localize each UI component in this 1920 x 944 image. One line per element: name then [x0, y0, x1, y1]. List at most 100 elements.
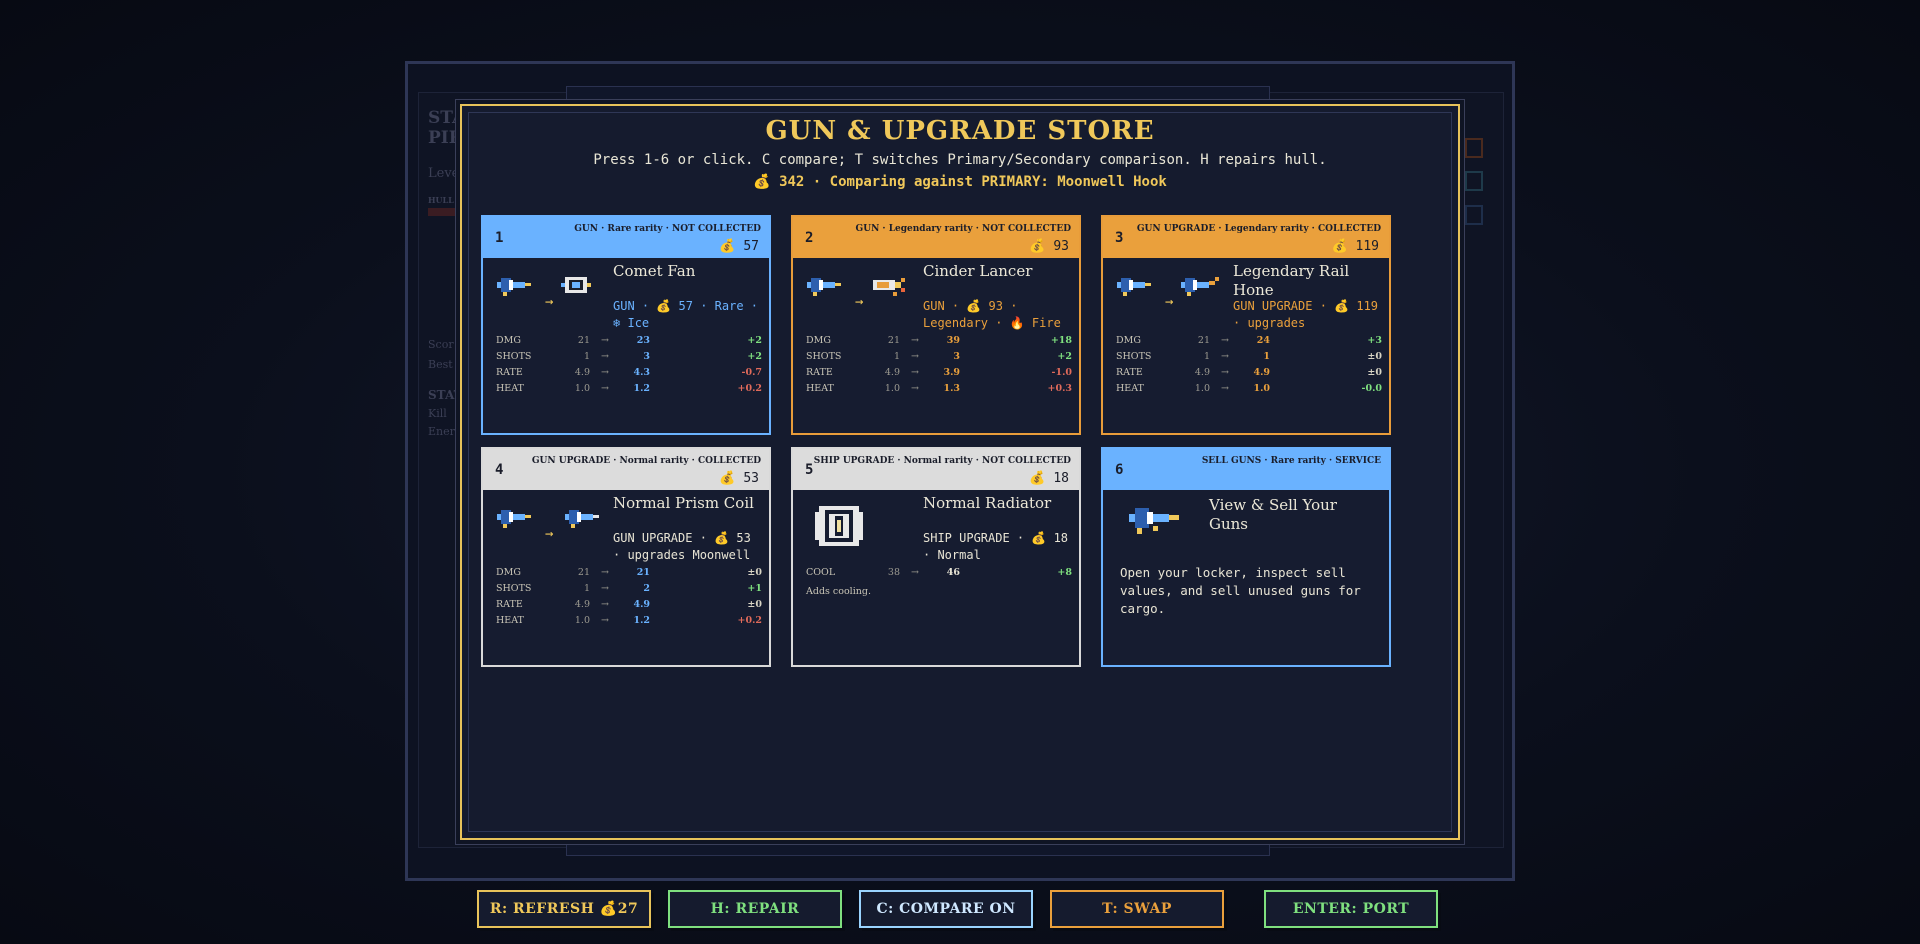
stat-row: DMG 21 → 24 +3 [1116, 335, 1382, 346]
card-description: Open your locker, inspect sell values, a… [1120, 565, 1361, 616]
current-gun-icon [497, 510, 531, 528]
card-header: 3 GUN UPGRADE · Legendary rarity · COLLE… [1103, 217, 1389, 258]
money-amount: 342 [779, 174, 805, 190]
compare-target: · Comparing against PRIMARY: Moonwell Ho… [812, 174, 1167, 190]
money-bag-icon: 💰 [656, 299, 672, 313]
card-item-name: Normal Prism Coil [613, 494, 754, 512]
weapon-compare-icons [805, 268, 915, 318]
card-meta: GUN · Legendary rarity · NOT COLLECTED [855, 224, 1071, 234]
card-meta: GUN · Rare rarity · NOT COLLECTED [574, 224, 761, 234]
upgraded-gun-icon [565, 510, 599, 528]
background-energy: Ener [428, 425, 455, 438]
compare-arrow-icon: → [855, 294, 864, 310]
stat-row: SHOTS 1 → 3 +2 [806, 351, 1072, 362]
background-slot-3 [1465, 205, 1483, 225]
compare-arrow-icon: → [1165, 294, 1174, 310]
card-meta: SELL GUNS · Rare rarity · SERVICE [1201, 456, 1381, 466]
background-score: Scor [428, 338, 454, 351]
port-button[interactable]: ENTER: PORT [1264, 890, 1438, 928]
card-item-name: Cinder Lancer [923, 262, 1033, 280]
swap-comparison-button[interactable]: T: SWAP [1050, 890, 1224, 928]
store-card-6-sell-guns[interactable]: 6 SELL GUNS · Rare rarity · SERVICE View… [1101, 447, 1391, 667]
stat-table: DMG 21 → 21 ±0 SHOTS 1 → 2 +1 RATE 4.9 → 4.9 ±0 HEAT… [496, 565, 762, 629]
card-meta: GUN UPGRADE · Legendary rarity · COLLECT… [1136, 224, 1381, 234]
refresh-button[interactable]: R: REFRESH 💰27 [477, 890, 651, 928]
card-number: 3 [1115, 230, 1124, 246]
card-header: 1 GUN · Rare rarity · NOT COLLECTED 💰 57 [483, 217, 769, 258]
card-number: 4 [495, 462, 504, 478]
card-meta: SHIP UPGRADE · Normal rarity · NOT COLLE… [813, 456, 1071, 466]
store-card-1[interactable]: 1 GUN · Rare rarity · NOT COLLECTED 💰 57 [481, 215, 771, 435]
money-bag-icon: 💰 [719, 471, 736, 486]
card-item-name: Comet Fan [613, 262, 696, 280]
money-bag-icon: 💰 [753, 174, 771, 190]
repair-button[interactable]: H: REPAIR [668, 890, 842, 928]
money-bag-icon: 💰 [1029, 239, 1046, 254]
background-level: Leve [428, 166, 460, 181]
background-hull: HULL [428, 195, 454, 205]
store-title: GUN & UPGRADE STORE [765, 116, 1155, 146]
store-instructions: Press 1-6 or click. C compare; T switche… [593, 152, 1327, 168]
store-card-5[interactable]: 5 SHIP UPGRADE · Normal rarity · NOT COL… [791, 447, 1081, 667]
stat-row: HEAT 1.0 → 1.0 -0.0 [1116, 383, 1382, 394]
current-gun-icon [807, 278, 841, 296]
card-description: GUN · 💰 57 · Rare · ❄ Ice [613, 299, 759, 330]
background-slot-2 [1465, 171, 1483, 191]
card-description: GUN UPGRADE · 💰 119 · upgrades [1233, 299, 1379, 330]
stat-row: DMG 21 → 39 +18 [806, 335, 1072, 346]
current-gun-icon [1117, 278, 1151, 296]
stat-table: COOL 38 → 46 +8 [806, 565, 1072, 581]
stat-row: SHOTS 1 → 1 ±0 [1116, 351, 1382, 362]
weapon-compare-icons [495, 268, 605, 318]
compare-arrow-icon: → [545, 526, 554, 542]
card-price: 💰 18 [1029, 471, 1069, 486]
stat-row: DMG 21 → 21 ±0 [496, 567, 762, 578]
stat-row: DMG 21 → 23 +2 [496, 335, 762, 346]
card-price: 💰 119 [1331, 239, 1380, 254]
money-bag-icon: 💰 [1331, 239, 1348, 254]
store-card-3[interactable]: 3 GUN UPGRADE · Legendary rarity · COLLE… [1101, 215, 1391, 435]
radiator-icon [805, 500, 915, 550]
background-stats: STAT [428, 388, 463, 402]
stat-table: DMG 21 → 39 +18 SHOTS 1 → 3 +2 RATE 4.9 → 3.9 -1.0 H… [806, 333, 1072, 397]
stat-row: SHOTS 1 → 2 +1 [496, 583, 762, 594]
card-number: 5 [805, 462, 814, 478]
card-number: 6 [1115, 462, 1124, 478]
weapon-compare-icons [495, 500, 605, 550]
ice-icon: ❄ [613, 316, 621, 330]
money-bag-icon: 💰 [719, 239, 736, 254]
card-description: GUN UPGRADE · 💰 53 · upgrades Moonwell [613, 531, 751, 562]
stat-row: SHOTS 1 → 3 +2 [496, 351, 762, 362]
compare-toggle-button[interactable]: C: COMPARE ON [859, 890, 1033, 928]
store-card-4[interactable]: 4 GUN UPGRADE · Normal rarity · COLLECTE… [481, 447, 771, 667]
card-header: 2 GUN · Legendary rarity · NOT COLLECTED… [793, 217, 1079, 258]
money-bag-icon: 💰 [1334, 299, 1350, 313]
new-gun-icon [873, 278, 905, 296]
money-bag-icon: 💰 [1029, 471, 1046, 486]
card-price: 💰 93 [1029, 239, 1069, 254]
current-gun-icon [497, 278, 531, 296]
card-meta: GUN UPGRADE · Normal rarity · COLLECTED [531, 456, 761, 466]
card-item-name: Normal Radiator [923, 494, 1052, 512]
card-header: 4 GUN UPGRADE · Normal rarity · COLLECTE… [483, 449, 769, 490]
background-kills: Kill [428, 407, 447, 420]
card-header: 5 SHIP UPGRADE · Normal rarity · NOT COL… [793, 449, 1079, 490]
money-bag-icon: 💰 [966, 299, 982, 313]
stat-row: RATE 4.9 → 4.9 ±0 [1116, 367, 1382, 378]
card-description: SHIP UPGRADE · 💰 18 · Normal [923, 531, 1069, 562]
background-slot-1 [1465, 138, 1483, 158]
store-modal: GUN & UPGRADE STORE Press 1-6 or click. … [460, 104, 1460, 928]
card-number: 2 [805, 230, 814, 246]
weapon-compare-icons [1115, 268, 1225, 318]
stat-row: HEAT 1.0 → 1.3 +0.3 [806, 383, 1072, 394]
stat-row: RATE 4.9 → 4.3 -0.7 [496, 367, 762, 378]
money-bag-icon: 💰 [599, 901, 618, 917]
card-item-name: Legendary Rail Hone [1233, 262, 1350, 299]
background-hull-bar [428, 208, 460, 216]
store-card-2[interactable]: 2 GUN · Legendary rarity · NOT COLLECTED… [791, 215, 1081, 435]
money-bag-icon: 💰 [714, 531, 730, 545]
card-note: Adds cooling. [806, 586, 871, 597]
upgraded-gun-icon [1181, 277, 1219, 296]
background-best: Best [428, 358, 453, 371]
store-status-line: 💰 342 · Comparing against PRIMARY: Moonw… [462, 174, 1458, 190]
